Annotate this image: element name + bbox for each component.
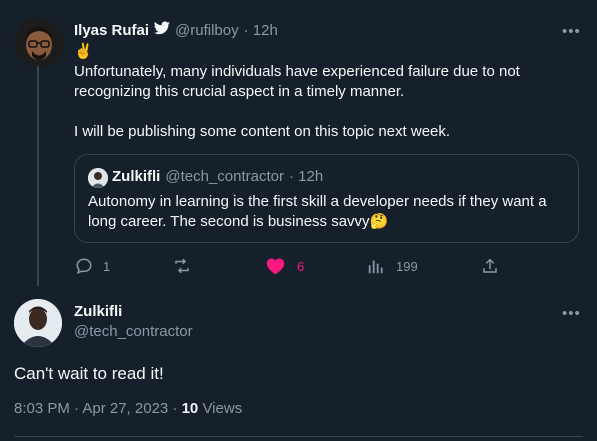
reply-timestamp[interactable]: 8:03 PM · Apr 27, 2023 · — [14, 400, 182, 417]
retweet-icon — [175, 258, 189, 274]
thinking-face-emoji: 🤔 — [369, 213, 389, 230]
reply-author-handle[interactable]: @tech_contractor — [74, 323, 193, 340]
views-button[interactable]: 199 — [368, 257, 418, 275]
views-count: 199 — [396, 258, 418, 274]
reply-author-name[interactable]: Zulkifli — [74, 303, 122, 320]
heart-icon — [266, 258, 285, 275]
tweet-text-line-3: I will be publishing some content on thi… — [74, 123, 451, 140]
quoted-author-name: Zulkifli — [112, 168, 161, 185]
quoted-text-line-1: Autonomy in learning is the first skill … — [88, 193, 547, 210]
reply-text: Can't wait to read it! — [14, 364, 164, 383]
quoted-tweet-card[interactable]: Zulkifli @tech_contractor · 12h Autonomy… — [74, 154, 579, 243]
reply-views-number: 10 — [181, 400, 199, 417]
tweet-time[interactable]: · 12h — [244, 22, 278, 39]
like-count: 6 — [297, 258, 305, 274]
bar-chart-icon — [368, 260, 383, 274]
quoted-text-line-2-wrap: long career. The second is business savv… — [88, 212, 388, 232]
bird-icon — [154, 21, 170, 39]
retweet-button[interactable] — [173, 257, 201, 275]
share-icon — [483, 258, 497, 273]
author-avatar[interactable] — [14, 18, 64, 68]
reply-views-label: Views — [202, 400, 243, 417]
reply-more-options-icon[interactable]: ••• — [562, 306, 581, 321]
reply-author-avatar[interactable] — [14, 299, 62, 347]
reply-button[interactable]: 1 — [75, 257, 110, 275]
quoted-author-avatar — [88, 168, 108, 188]
like-button[interactable]: 6 — [266, 257, 304, 275]
divider — [14, 436, 583, 437]
person-avatar-image — [14, 299, 62, 347]
person-avatar-image — [88, 168, 108, 188]
tweet-emoji: ✌️ — [74, 43, 93, 60]
quoted-text-line-2: long career. The second is business savv… — [88, 213, 370, 230]
memoji-avatar-image — [14, 18, 64, 68]
reply-meta: 8:03 PM · Apr 27, 2023 · 10 Views — [14, 400, 242, 417]
tweet-header: Ilyas Rufai @rufilboy · 12h — [74, 21, 278, 39]
more-options-icon[interactable]: ••• — [562, 24, 581, 39]
reply-count: 1 — [103, 258, 111, 274]
quoted-tweet-header: Zulkifli @tech_contractor · 12h — [112, 168, 323, 185]
quoted-author-handle: @tech_contractor — [165, 168, 284, 185]
author-name[interactable]: Ilyas Rufai — [74, 22, 149, 39]
tweet-text-line-2: recognizing this crucial aspect in a tim… — [74, 83, 405, 100]
reply-icon — [76, 258, 92, 275]
author-handle[interactable]: @rufilboy — [175, 22, 239, 39]
thread-connector-line — [37, 66, 39, 286]
share-button[interactable] — [481, 257, 499, 275]
quoted-tweet-time: · 12h — [288, 168, 324, 185]
tweet-text-line-1: Unfortunately, many individuals have exp… — [74, 63, 520, 80]
